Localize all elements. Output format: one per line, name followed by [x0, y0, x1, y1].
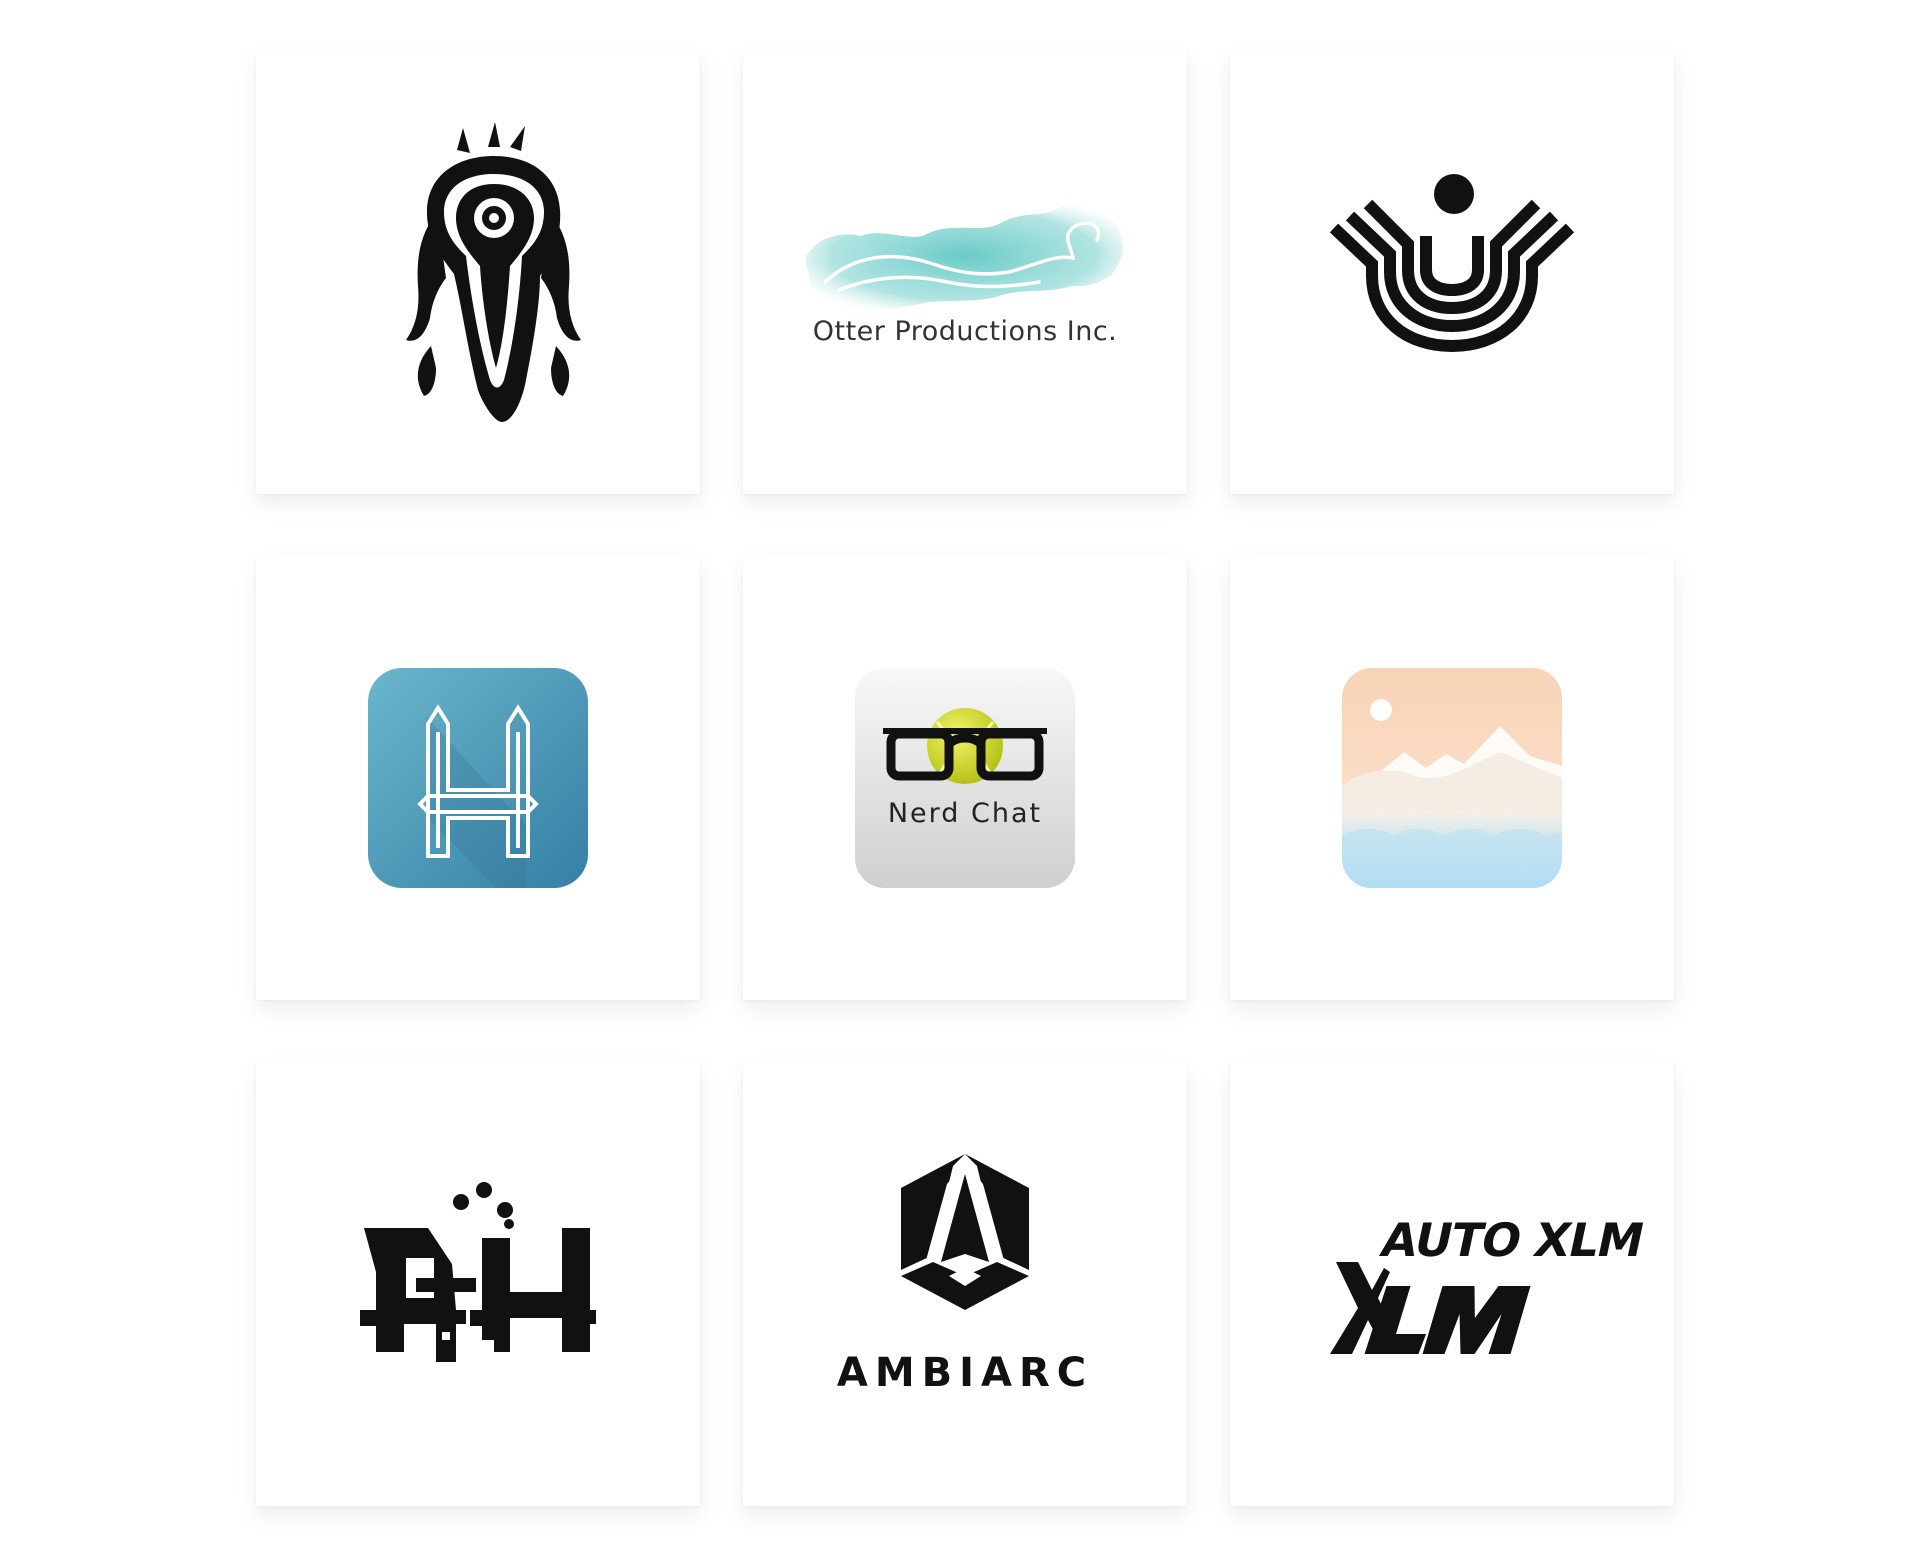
h-app-icon [368, 668, 588, 888]
ah-monogram-icon [360, 1182, 596, 1362]
logo-card-ambiarc[interactable]: AMBIARC [743, 1062, 1187, 1506]
logo-card-otter-productions[interactable]: Otter Productions Inc. [743, 50, 1187, 494]
auto-xlm-icon: AUTO XLM [1330, 1213, 1648, 1354]
logo-card-u-monogram[interactable] [1230, 50, 1674, 494]
u-monogram-icon [1329, 174, 1575, 353]
mountain-landscape-icon [1342, 668, 1562, 888]
auto-xlm-wordmark: AUTO XLM [1376, 1213, 1648, 1266]
watercolor-otter-icon: Otter Productions Inc. [805, 202, 1124, 347]
otter-wordmark: Otter Productions Inc. [813, 316, 1118, 347]
logo-card-auto-xlm[interactable]: AUTO XLM [1230, 1062, 1674, 1506]
hexagon-a-icon: AMBIARC [837, 1154, 1093, 1396]
nerd-chat-wordmark: Nerd Chat [888, 798, 1042, 829]
logo-card-landscape-app[interactable] [1230, 556, 1674, 1000]
tribal-beetle-icon [406, 122, 581, 422]
logo-card-h-app[interactable] [256, 556, 700, 1000]
logo-card-nerd-chat[interactable]: Nerd Chat [743, 556, 1187, 1000]
logo-card-tribal-beetle[interactable] [256, 50, 700, 494]
glasses-ball-icon: Nerd Chat [855, 668, 1075, 888]
ambiarc-wordmark: AMBIARC [837, 1350, 1093, 1396]
logo-card-ah-monogram[interactable] [256, 1062, 700, 1506]
logo-gallery-grid: Otter Productions Inc. Nerd Chat AMBIARC… [256, 50, 1674, 1506]
